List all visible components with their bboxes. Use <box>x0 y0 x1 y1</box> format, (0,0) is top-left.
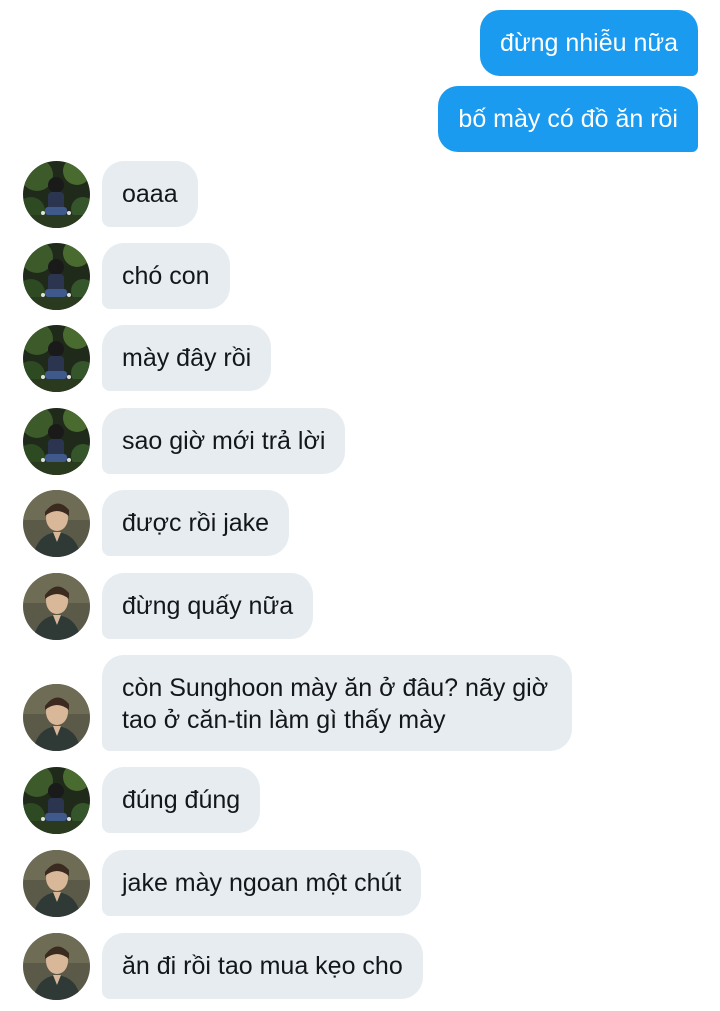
message-text: đừng quấy nữa <box>122 592 294 620</box>
message-text: được rồi jake <box>122 509 270 537</box>
avatar-portrait-image <box>23 850 90 917</box>
incoming-message-bubble[interactable]: được rồi jake <box>102 490 290 556</box>
avatar[interactable] <box>23 161 90 228</box>
avatar[interactable] <box>23 850 90 917</box>
avatar-portrait-image <box>23 490 90 557</box>
avatar-dark-forest-image <box>23 243 90 310</box>
outgoing-message-bubble[interactable]: đừng nhiễu nữa <box>479 10 698 76</box>
incoming-message-bubble[interactable]: chó con <box>102 243 230 309</box>
message-text: mày đây rồi <box>122 344 252 372</box>
avatar[interactable] <box>23 243 90 310</box>
avatar[interactable] <box>23 490 90 557</box>
message-text: jake mày ngoan một chút <box>122 869 402 897</box>
avatar[interactable] <box>23 573 90 640</box>
avatar-portrait-image <box>23 933 90 1000</box>
incoming-message-bubble[interactable]: oaaa <box>102 161 198 227</box>
avatar[interactable] <box>23 767 90 834</box>
message-text: chó con <box>122 262 210 290</box>
avatar[interactable] <box>23 408 90 475</box>
avatar-dark-forest-image <box>23 767 90 834</box>
incoming-message-bubble[interactable]: còn Sunghoon mày ăn ở đâu? nãy giờ tao ở… <box>102 655 572 751</box>
incoming-message-bubble[interactable]: đúng đúng <box>102 767 261 833</box>
avatar[interactable] <box>23 684 90 751</box>
incoming-message-bubble[interactable]: ăn đi rồi tao mua kẹo cho <box>102 933 423 999</box>
message-text: oaaa <box>122 180 178 208</box>
avatar-dark-forest-image <box>23 325 90 392</box>
avatar-portrait-image <box>23 684 90 751</box>
message-text: đừng nhiễu nữa <box>499 29 678 57</box>
outgoing-message-bubble[interactable]: bố mày có đồ ăn rồi <box>438 86 698 152</box>
incoming-message-bubble[interactable]: mày đây rồi <box>102 325 272 391</box>
message-text: còn Sunghoon mày ăn ở đâu? nãy giờ tao ở… <box>122 674 549 734</box>
incoming-message-bubble[interactable]: sao giờ mới trả lời <box>102 408 346 474</box>
message-text: bố mày có đồ ăn rồi <box>458 105 678 133</box>
avatar-dark-forest-image <box>23 161 90 228</box>
message-text: sao giờ mới trả lời <box>122 427 326 455</box>
avatar-dark-forest-image <box>23 408 90 475</box>
message-text: ăn đi rồi tao mua kẹo cho <box>122 952 403 980</box>
incoming-message-bubble[interactable]: jake mày ngoan một chút <box>102 850 422 916</box>
message-text: đúng đúng <box>122 786 241 814</box>
avatar[interactable] <box>23 933 90 1000</box>
avatar[interactable] <box>23 325 90 392</box>
avatar-portrait-image <box>23 573 90 640</box>
incoming-message-bubble[interactable]: đừng quấy nữa <box>102 573 314 639</box>
